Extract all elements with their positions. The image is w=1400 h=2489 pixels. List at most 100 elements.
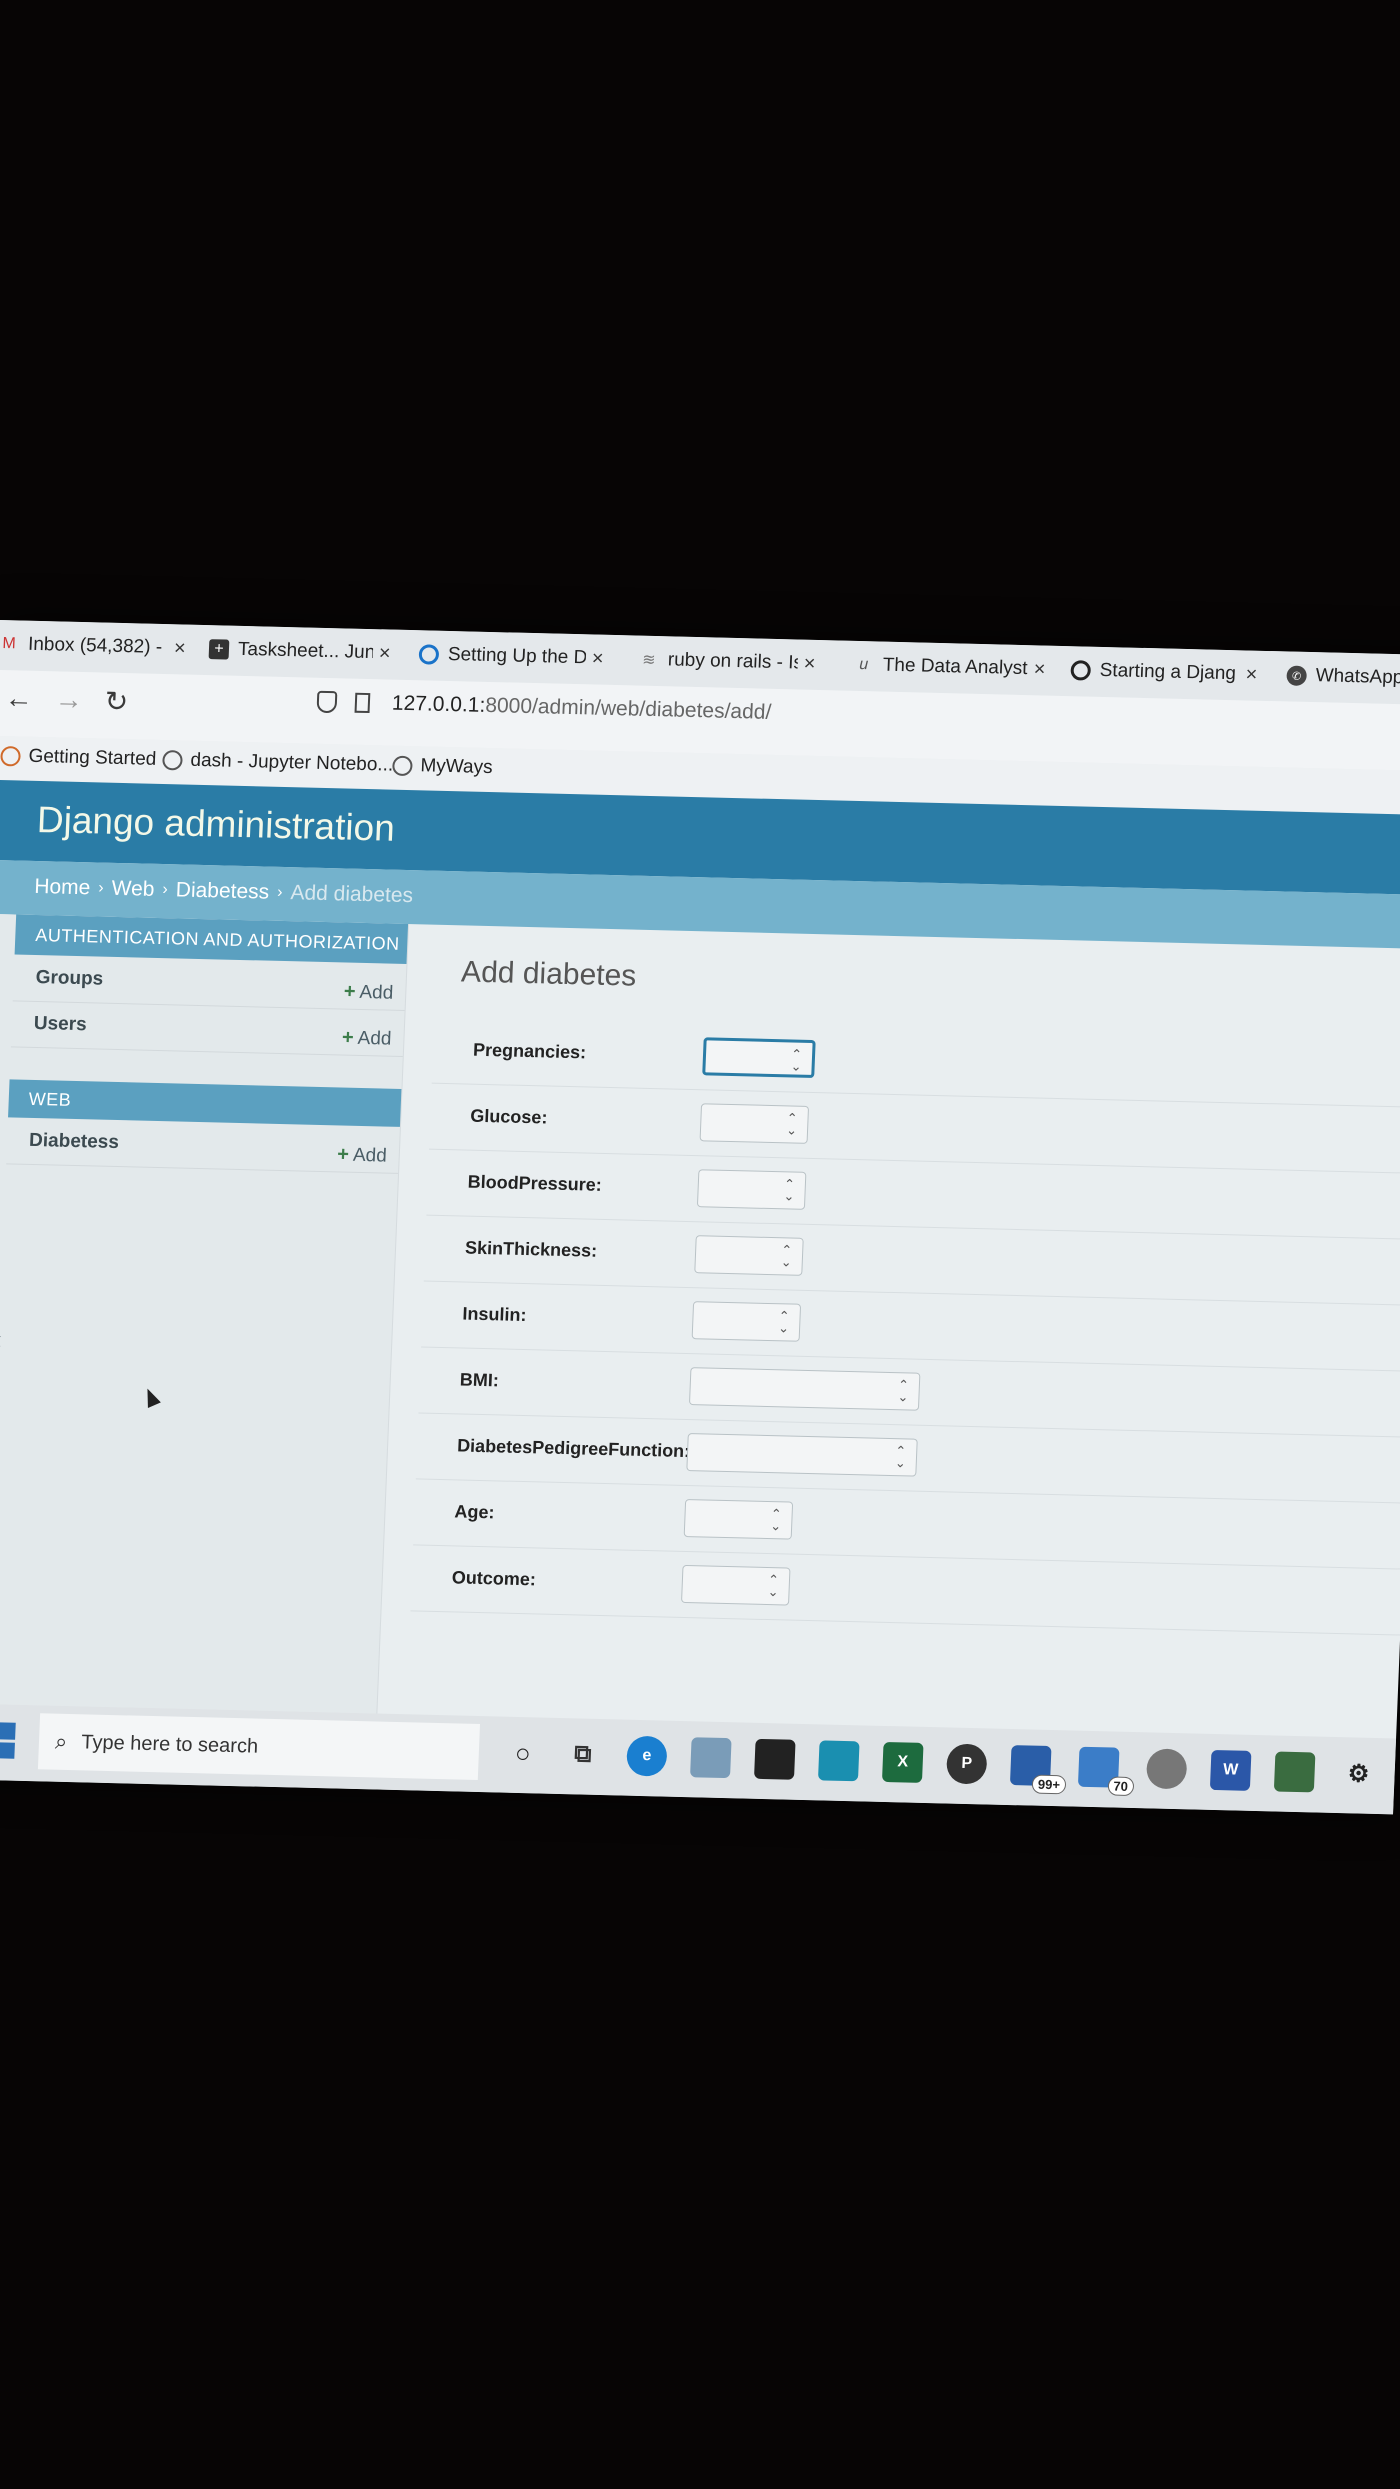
tab-title: Setting Up the D bbox=[447, 643, 587, 669]
glucose-input[interactable]: ⌃ ⌄ bbox=[699, 1103, 810, 1144]
address-bar[interactable]: 127.0.0.1: 8000/admin/web/diabetes/add/ bbox=[316, 690, 772, 725]
close-icon[interactable]: × bbox=[591, 647, 604, 670]
bookmark-label: dash - Jupyter Notebo... bbox=[190, 749, 394, 776]
word-icon[interactable]: W bbox=[1209, 1749, 1252, 1791]
close-icon[interactable]: × bbox=[378, 642, 392, 665]
forward-arrow-icon[interactable]: → bbox=[54, 683, 83, 716]
digitalocean-icon bbox=[418, 644, 440, 665]
monitor-screen: M Inbox (54,382) - × + Tasksheet... June… bbox=[0, 620, 1400, 1815]
excel-icon[interactable]: X bbox=[881, 1741, 924, 1783]
close-icon[interactable]: × bbox=[1245, 663, 1258, 686]
udemy-icon: u bbox=[859, 656, 869, 674]
bloodpressure-input[interactable]: ⌃ ⌄ bbox=[696, 1169, 807, 1210]
spinner-icon: ⌃ ⌄ bbox=[769, 1506, 782, 1534]
tab-title: Inbox (54,382) - bbox=[27, 633, 163, 658]
cortana-icon[interactable]: ○ bbox=[502, 1733, 544, 1774]
admin-sidebar: AUTHENTICATION AND AUTHORIZATION Groups … bbox=[0, 913, 410, 1714]
breadcrumb-web[interactable]: Web bbox=[111, 877, 155, 902]
field-label: Insulin: bbox=[462, 1303, 527, 1326]
bookmark-myways[interactable]: MyWays bbox=[392, 755, 493, 779]
tab-title: The Data Analyst bbox=[882, 654, 1028, 680]
outcome-input[interactable]: ⌃ ⌄ bbox=[681, 1564, 791, 1606]
spinner-icon: ⌃ ⌄ bbox=[777, 1308, 790, 1336]
insulin-input[interactable]: ⌃ ⌄ bbox=[691, 1301, 802, 1342]
reload-icon[interactable]: ↻ bbox=[104, 685, 129, 719]
model-link-groups[interactable]: Groups bbox=[35, 967, 103, 991]
tab-github[interactable]: Starting a Djang × bbox=[1070, 652, 1258, 693]
tab-gmail[interactable]: M Inbox (54,382) - × bbox=[0, 626, 186, 667]
tab-tasksheet[interactable]: + Tasksheet... June × bbox=[208, 631, 391, 671]
tab-whatsapp[interactable]: ✆ WhatsApp bbox=[1286, 657, 1400, 697]
stackoverflow-icon: ≋ bbox=[641, 651, 656, 670]
dell-icon[interactable] bbox=[817, 1740, 860, 1782]
page-title: Add diabetes bbox=[460, 955, 637, 993]
field-label: Outcome: bbox=[451, 1567, 537, 1590]
breadcrumb-separator-icon: › bbox=[98, 879, 105, 897]
windows-start-icon[interactable] bbox=[0, 1722, 16, 1759]
globe-icon bbox=[162, 750, 183, 771]
collapse-sidebar-icon[interactable]: « bbox=[0, 1324, 2, 1355]
tab-udemy[interactable]: u The Data Analyst × bbox=[853, 647, 1046, 688]
tab-stackoverflow[interactable]: ≋ ruby on rails - Is × bbox=[638, 642, 816, 682]
pregnancies-input[interactable]: ⌃ ⌄ bbox=[702, 1037, 816, 1079]
tab-title: Starting a Djang bbox=[1099, 659, 1237, 685]
file-explorer-icon[interactable] bbox=[690, 1737, 732, 1779]
model-link-diabetess[interactable]: Diabetess bbox=[29, 1130, 120, 1154]
add-diabetess-button[interactable]: + Add bbox=[337, 1143, 387, 1167]
tab-title: WhatsApp bbox=[1315, 665, 1400, 689]
tab-title: Tasksheet... June bbox=[237, 638, 374, 664]
bmi-input[interactable]: ⌃ ⌄ bbox=[688, 1367, 921, 1411]
spinner-icon: ⌃ ⌄ bbox=[785, 1110, 798, 1138]
edge-icon[interactable]: e bbox=[626, 1735, 668, 1777]
sidebar-item-diabetess: Diabetess + Add bbox=[6, 1117, 400, 1174]
url-path: 8000/admin/web/diabetes/add/ bbox=[484, 693, 772, 724]
task-view-icon[interactable]: ⧉ bbox=[562, 1734, 604, 1775]
url-host: 127.0.0.1: bbox=[391, 691, 486, 717]
firefox-icon bbox=[0, 746, 21, 767]
breadcrumb-diabetess[interactable]: Diabetess bbox=[175, 878, 269, 904]
store-icon[interactable] bbox=[754, 1738, 796, 1780]
close-icon[interactable]: × bbox=[1033, 658, 1046, 681]
breadcrumb-current: Add diabetes bbox=[290, 881, 414, 908]
bookmark-getting-started[interactable]: Getting Started bbox=[0, 745, 157, 771]
spinner-icon: ⌃ ⌄ bbox=[780, 1242, 793, 1270]
add-label: Add bbox=[352, 1144, 388, 1167]
field-label: BMI: bbox=[459, 1369, 500, 1391]
mail-badge: 99+ bbox=[1031, 1774, 1067, 1795]
diabetespedigreefunction-input[interactable]: ⌃ ⌄ bbox=[686, 1433, 918, 1477]
add-label: Add bbox=[359, 981, 394, 1004]
field-label: Age: bbox=[454, 1501, 495, 1523]
page-icon bbox=[354, 692, 371, 714]
breadcrumb-separator-icon: › bbox=[162, 881, 169, 899]
firefox-taskbar-icon[interactable] bbox=[1145, 1748, 1188, 1790]
add-groups-button[interactable]: + Add bbox=[343, 981, 393, 1005]
plus-icon: + bbox=[341, 1026, 355, 1049]
bookmark-label: Getting Started bbox=[28, 745, 157, 770]
mail-icon[interactable]: 99+ bbox=[1009, 1745, 1067, 1795]
model-link-users[interactable]: Users bbox=[33, 1013, 87, 1036]
skinthickness-input[interactable]: ⌃ ⌄ bbox=[694, 1235, 804, 1276]
spinner-icon: ⌃ ⌄ bbox=[897, 1377, 910, 1405]
breadcrumb-home[interactable]: Home bbox=[34, 875, 91, 900]
gmail-icon: M bbox=[2, 635, 17, 653]
editor-icon[interactable] bbox=[1273, 1751, 1316, 1793]
gear-icon[interactable]: ⚙ bbox=[1338, 1753, 1380, 1794]
files-badge: 70 bbox=[1107, 1776, 1135, 1797]
field-label: BloodPressure: bbox=[467, 1171, 603, 1195]
powerpoint-icon[interactable]: P bbox=[945, 1743, 988, 1785]
plus-icon: + bbox=[343, 980, 356, 1003]
files-icon[interactable]: 70 bbox=[1077, 1746, 1135, 1797]
age-input[interactable]: ⌃ ⌄ bbox=[683, 1499, 794, 1540]
site-title[interactable]: Django administration bbox=[36, 799, 395, 850]
tab-digitalocean[interactable]: Setting Up the D × bbox=[418, 636, 604, 676]
back-arrow-icon[interactable]: ← bbox=[4, 682, 33, 715]
field-label: SkinThickness: bbox=[464, 1237, 598, 1261]
bookmark-jupyter[interactable]: dash - Jupyter Notebo... bbox=[162, 749, 394, 777]
field-label: Pregnancies: bbox=[472, 1039, 587, 1063]
add-users-button[interactable]: + Add bbox=[341, 1026, 392, 1050]
close-icon[interactable]: × bbox=[803, 652, 816, 675]
close-icon[interactable]: × bbox=[174, 637, 187, 660]
taskbar-search[interactable]: ⌕ Type here to search bbox=[37, 1713, 481, 1781]
field-label: DiabetesPedigreeFunction: bbox=[456, 1435, 691, 1462]
bookmark-label: MyWays bbox=[420, 755, 493, 779]
